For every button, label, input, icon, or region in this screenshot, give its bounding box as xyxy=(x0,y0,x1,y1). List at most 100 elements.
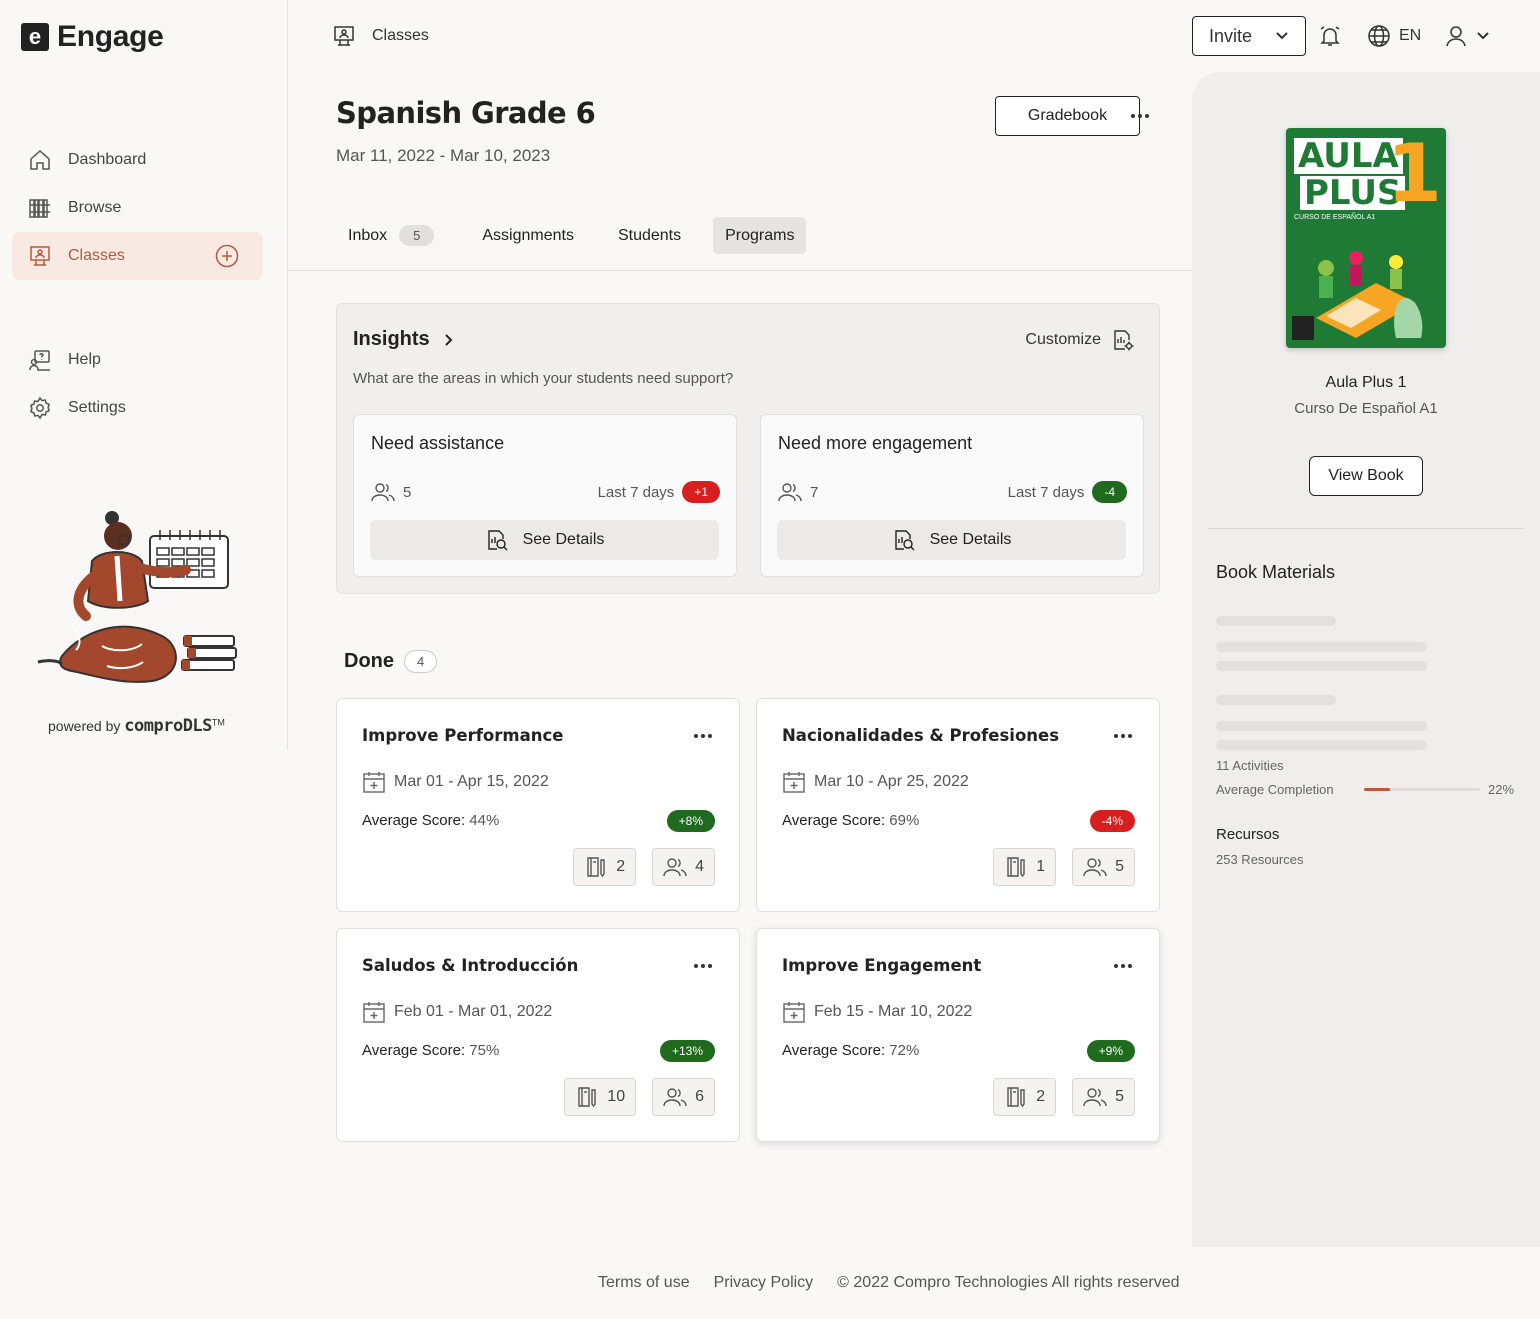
class-tabs: Inbox 5 Assignments Students Programs xyxy=(336,217,807,254)
more-options-icon[interactable] xyxy=(1111,956,1135,976)
done-label: Done xyxy=(344,650,394,672)
students-chip[interactable]: 5 xyxy=(1072,848,1135,886)
resources-title[interactable]: Recursos xyxy=(1216,826,1279,843)
tab-label: Programs xyxy=(725,226,795,244)
average-score-value: 69% xyxy=(889,812,920,829)
book-cover[interactable]: AULA PLUS 1 CURSO DE ESPAÑOL A1 xyxy=(1286,128,1446,348)
tab-assignments[interactable]: Assignments xyxy=(470,217,586,254)
activities-chip[interactable]: 2 xyxy=(993,1078,1057,1116)
delta-badge: -4 xyxy=(1092,481,1127,503)
date-range: Mar 10 - Apr 25, 2022 xyxy=(814,773,969,790)
alarm-bell-icon[interactable] xyxy=(1318,24,1342,48)
invite-label: Invite xyxy=(1209,25,1253,46)
panel-divider xyxy=(1208,528,1524,529)
globe-icon xyxy=(1368,25,1390,47)
user-menu[interactable] xyxy=(1444,24,1490,48)
activity-book-icon xyxy=(1007,857,1025,878)
program-stats: 1 5 xyxy=(993,848,1135,886)
see-details-label: See Details xyxy=(929,531,1012,548)
activities-count: 1 xyxy=(1036,858,1046,875)
score-delta-badge: +9% xyxy=(1086,1040,1135,1062)
tab-students[interactable]: Students xyxy=(606,217,693,254)
program-title: Improve Performance xyxy=(362,726,564,745)
user-icon xyxy=(1446,26,1466,47)
program-stats: 10 6 xyxy=(564,1078,715,1116)
inbox-count-badge: 5 xyxy=(399,225,435,246)
add-class-icon[interactable] xyxy=(215,244,239,268)
insights-title[interactable]: Insights xyxy=(353,328,454,351)
tab-label: Inbox xyxy=(348,226,388,244)
cover-illustration xyxy=(1292,251,1423,340)
book-subtitle: Curso De Español A1 xyxy=(1294,400,1438,417)
see-details-button[interactable]: See Details xyxy=(777,520,1126,560)
students-icon xyxy=(778,483,802,502)
view-book-button[interactable]: View Book xyxy=(1309,456,1423,496)
calendar-icon xyxy=(783,772,805,793)
average-score: Average Score: 72% xyxy=(782,1042,919,1059)
activities-chip[interactable]: 2 xyxy=(573,848,637,886)
activities-chip[interactable]: 10 xyxy=(564,1078,637,1116)
gradebook-button[interactable]: Gradebook xyxy=(995,96,1140,136)
breadcrumb-classes[interactable]: Classes xyxy=(372,27,429,45)
breadcrumb: Classes xyxy=(332,24,429,48)
tab-inbox[interactable]: Inbox 5 xyxy=(336,217,446,254)
language-selector[interactable]: EN xyxy=(1367,24,1421,48)
more-options-icon[interactable] xyxy=(691,726,715,746)
tab-programs[interactable]: Programs xyxy=(713,217,807,254)
students-icon xyxy=(663,858,687,877)
report-search-icon xyxy=(487,530,508,551)
terms-link[interactable]: Terms of use xyxy=(598,1274,690,1292)
calendar-icon xyxy=(363,772,385,793)
average-score-value: 44% xyxy=(469,812,500,829)
program-card[interactable]: Improve Performance Mar 01 - Apr 15, 202… xyxy=(336,698,740,912)
sidebar-item-dashboard[interactable]: Dashboard xyxy=(12,136,263,184)
average-completion-label: Average Completion xyxy=(1216,782,1334,797)
score-delta-badge: +8% xyxy=(666,810,715,832)
students-chip[interactable]: 5 xyxy=(1072,1078,1135,1116)
sidebar-item-help[interactable]: Help xyxy=(12,336,263,384)
program-dates: Mar 10 - Apr 25, 2022 xyxy=(782,770,969,794)
invite-button[interactable]: Invite xyxy=(1192,16,1306,56)
activities-chip[interactable]: 1 xyxy=(993,848,1057,886)
sidebar-item-label: Settings xyxy=(68,399,126,416)
period-label: Last 7 days xyxy=(1007,483,1085,501)
more-options-icon[interactable] xyxy=(1111,726,1135,746)
report-search-icon xyxy=(894,530,915,551)
more-options-icon[interactable] xyxy=(691,956,715,976)
count-value: 7 xyxy=(810,483,819,501)
customize-button[interactable]: Customize xyxy=(1025,328,1135,352)
chevron-down-icon xyxy=(1276,32,1288,40)
completion-fill xyxy=(1364,788,1390,791)
students-count: 5 xyxy=(1115,858,1124,875)
insights-title-text: Insights xyxy=(353,328,430,350)
loading-placeholder xyxy=(1216,616,1336,626)
app-logo[interactable]: e Engage xyxy=(21,20,164,54)
more-options-icon[interactable] xyxy=(1128,104,1152,128)
average-score-label: Average Score: xyxy=(362,1042,466,1059)
activity-book-icon xyxy=(1007,1087,1025,1108)
students-icon xyxy=(1083,858,1107,877)
sidebar-item-classes[interactable]: Classes xyxy=(12,232,263,280)
students-count: 4 xyxy=(695,858,704,875)
insight-card-title: Need more engagement xyxy=(778,433,973,453)
program-card[interactable]: Saludos & Introducción Feb 01 - Mar 01, … xyxy=(336,928,740,1142)
classes-icon xyxy=(30,246,50,266)
students-chip[interactable]: 6 xyxy=(652,1078,715,1116)
see-details-button[interactable]: See Details xyxy=(370,520,719,560)
sidebar-item-settings[interactable]: Settings xyxy=(12,384,263,432)
students-count: 5 xyxy=(1115,1088,1124,1105)
date-range: Feb 15 - Mar 10, 2022 xyxy=(814,1003,973,1020)
page-title: Spanish Grade 6 xyxy=(336,96,596,130)
students-icon xyxy=(663,1088,687,1107)
program-card[interactable]: Nacionalidades & Profesiones Mar 10 - Ap… xyxy=(756,698,1160,912)
powered-by: powered by comproDLSTM xyxy=(48,716,225,736)
insight-card-title: Need assistance xyxy=(371,433,505,453)
students-chip[interactable]: 4 xyxy=(652,848,715,886)
gear-icon xyxy=(29,396,51,420)
sidebar-item-browse[interactable]: Browse xyxy=(12,184,263,232)
average-score-value: 75% xyxy=(469,1042,500,1059)
program-card[interactable]: Improve Engagement Feb 15 - Mar 10, 2022… xyxy=(756,928,1160,1142)
privacy-link[interactable]: Privacy Policy xyxy=(714,1274,814,1292)
help-icon xyxy=(29,350,50,371)
average-completion-value: 22% xyxy=(1488,782,1515,797)
